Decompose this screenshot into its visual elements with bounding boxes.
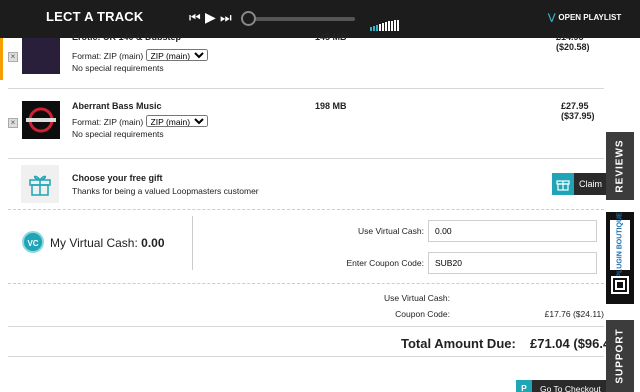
coupon-code-label: Enter Coupon Code: [346,258,425,268]
requirements-text: No special requirements [72,129,164,139]
item-price: £14.95 ($20.58) [556,32,590,52]
cart-item: × Erotic: UK 140 & Dubstep Format: ZIP (… [8,32,604,88]
product-name[interactable]: Aberrant Bass Music [72,101,162,111]
product-name[interactable]: Erotic: UK 140 & Dubstep [72,32,181,42]
reviews-tab[interactable]: REVIEWS [606,132,634,200]
paypal-icon: P [516,380,532,392]
plugin-boutique-label: PLUGIN BOUTIQUE [616,212,624,278]
gift-icon [552,173,574,195]
gift-box [21,165,59,203]
format-label: Format: ZIP (main) [72,51,144,61]
gift-title: Choose your free gift [72,173,163,183]
previous-icon[interactable]: ⏮ [189,10,201,26]
plugin-boutique-icon [611,276,629,294]
claim-label: Claim [579,179,603,189]
artwork-graphic [22,101,60,139]
format-select[interactable]: ZIP (main) [145,115,208,127]
summary-virtual-cash-label: Use Virtual Cash: [384,293,450,303]
gift-icon [29,175,51,196]
item-price: £27.95 ($37.95) [561,101,595,121]
total-label: Total Amount Due: [401,336,516,351]
gift-subtitle: Thanks for being a valued Loopmasters cu… [72,186,259,196]
open-playlist-label: OPEN PLAYLIST [558,13,622,22]
divider [192,216,193,270]
virtual-cash-label: My Virtual Cash: [50,236,138,250]
checkout-button[interactable]: P Go To Checkout [516,380,610,392]
virtual-cash-balance: My Virtual Cash: 0.00 [50,236,165,250]
divider [8,88,604,89]
format-select[interactable]: ZIP (main) [145,49,208,61]
virtual-cash-icon: VC [22,231,44,253]
virtual-cash-amount: 0.00 [141,236,165,250]
product-artwork[interactable] [22,101,60,139]
divider [8,283,604,284]
format-row: Format: ZIP (main) ZIP (main) [72,115,208,127]
select-track-label[interactable]: LECT A TRACK [46,9,143,24]
divider [8,209,604,210]
divider [8,158,604,159]
requirements-text: No special requirements [72,63,164,73]
file-size: 145 MB [315,32,347,42]
reviews-tab-label: REVIEWS [614,139,626,193]
summary-coupon-value: £17.76 ($24.11) [544,309,604,319]
cart-item: × Aberrant Bass Music Format: ZIP (main)… [8,101,604,149]
play-icon[interactable]: ▶ [205,9,216,26]
chevron-down-icon: ⋁ [548,12,556,22]
use-virtual-cash-label: Use Virtual Cash: [358,226,424,236]
format-label: Format: ZIP (main) [72,117,144,127]
volume-icon[interactable] [370,13,410,31]
format-row: Format: ZIP (main) ZIP (main) [72,49,208,61]
virtual-cash-input[interactable] [428,220,597,242]
summary-coupon-label: Coupon Code: [395,309,450,319]
open-playlist-button[interactable]: ⋁ OPEN PLAYLIST [548,12,621,23]
coupon-code-input[interactable] [428,252,597,274]
seek-knob[interactable] [241,11,256,26]
checkout-label: Go To Checkout [540,384,601,392]
file-size: 198 MB [315,101,347,111]
total-value: £71.04 ($96.4 [530,336,611,351]
claim-gift-button[interactable]: Claim [552,173,612,195]
support-tab-label: SUPPORT [614,328,626,384]
plugin-boutique-logo: PLUGIN BOUTIQUE [610,212,630,278]
plugin-boutique-tab[interactable]: PLUGIN BOUTIQUE [606,212,634,304]
remove-item-icon[interactable]: × [8,118,18,128]
product-artwork[interactable] [22,38,60,74]
next-icon[interactable]: ⏭ [220,10,232,26]
seek-slider[interactable] [243,17,355,21]
support-tab[interactable]: SUPPORT [606,320,634,392]
divider [8,356,604,357]
divider [8,326,604,327]
remove-item-icon[interactable]: × [8,52,18,62]
item-accent-bar [0,38,3,80]
